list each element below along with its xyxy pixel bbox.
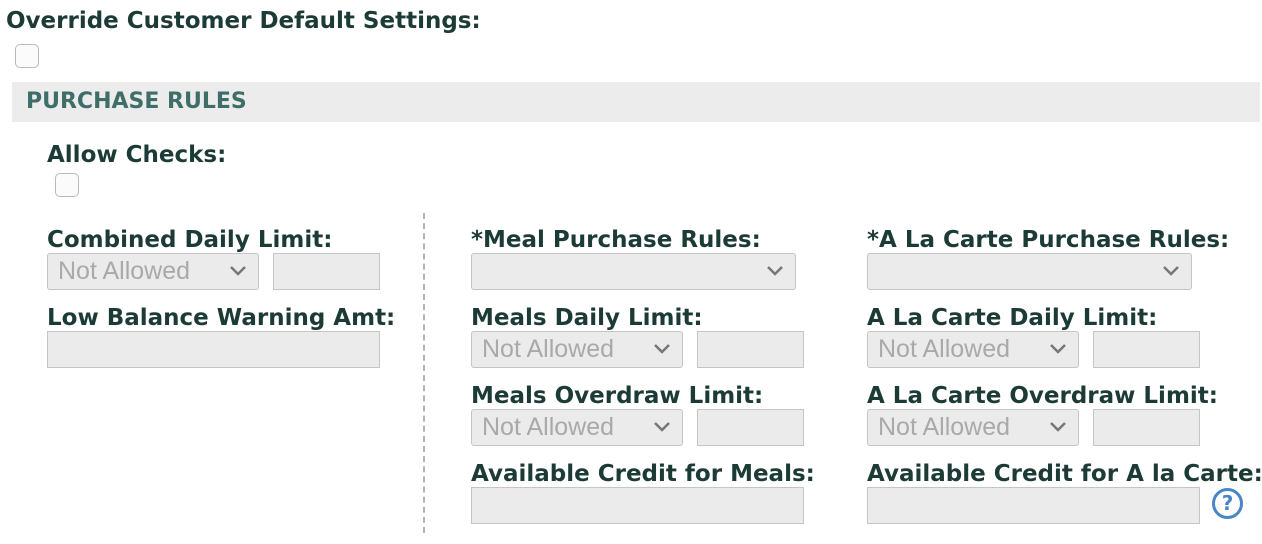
meals-overdraw-limit-label: Meals Overdraw Limit: [471,383,764,409]
column-divider [423,213,425,533]
meals-daily-limit-amount[interactable] [697,331,804,368]
allow-checks-checkbox[interactable] [55,173,79,197]
available-credit-alacarte-amount[interactable] [867,487,1200,524]
purchase-rules-header: PURCHASE RULES [12,82,1260,122]
alacarte-purchase-rules-select[interactable] [867,253,1192,290]
alacarte-daily-limit-select[interactable]: Not Allowed [867,331,1079,368]
meals-daily-limit-select-value: Not Allowed [482,335,615,363]
chevron-down-icon [230,266,246,276]
combined-daily-limit-select-value: Not Allowed [58,257,191,285]
allow-checks-label: Allow Checks: [47,142,227,168]
meals-overdraw-limit-amount[interactable] [697,409,804,446]
alacarte-overdraw-limit-select[interactable]: Not Allowed [867,409,1079,446]
alacarte-overdraw-limit-label: A La Carte Overdraw Limit: [867,383,1218,409]
override-settings-checkbox[interactable] [15,44,39,68]
combined-daily-limit-select[interactable]: Not Allowed [47,253,259,290]
alacarte-daily-limit-select-value: Not Allowed [878,335,1011,363]
alacarte-overdraw-limit-amount[interactable] [1093,409,1200,446]
meals-overdraw-limit-select[interactable]: Not Allowed [471,409,683,446]
available-credit-meals-label: Available Credit for Meals: [471,461,815,487]
question-circle-icon[interactable]: ? [1212,488,1243,519]
meals-daily-limit-select[interactable]: Not Allowed [471,331,683,368]
chevron-down-icon [1163,266,1179,276]
chevron-down-icon [1050,422,1066,432]
chevron-down-icon [1050,344,1066,354]
alacarte-daily-limit-amount[interactable] [1093,331,1200,368]
meal-purchase-rules-select[interactable] [471,253,796,290]
alacarte-purchase-rules-label: *A La Carte Purchase Rules: [867,227,1230,253]
low-balance-warning-label: Low Balance Warning Amt: [47,305,396,331]
chevron-down-icon [654,344,670,354]
chevron-down-icon [654,422,670,432]
alacarte-overdraw-limit-select-value: Not Allowed [878,413,1011,441]
meal-purchase-rules-label: *Meal Purchase Rules: [471,227,761,253]
alacarte-daily-limit-label: A La Carte Daily Limit: [867,305,1158,331]
chevron-down-icon [767,266,783,276]
override-settings-label: Override Customer Default Settings: [6,8,481,34]
section-title: PURCHASE RULES [26,89,247,114]
meals-daily-limit-label: Meals Daily Limit: [471,305,703,331]
combined-daily-limit-label: Combined Daily Limit: [47,227,333,253]
low-balance-warning-amount[interactable] [47,331,380,368]
combined-daily-limit-amount[interactable] [273,253,380,290]
available-credit-alacarte-label: Available Credit for A la Carte: [867,461,1262,487]
meals-overdraw-limit-select-value: Not Allowed [482,413,615,441]
available-credit-meals-amount[interactable] [471,487,804,524]
